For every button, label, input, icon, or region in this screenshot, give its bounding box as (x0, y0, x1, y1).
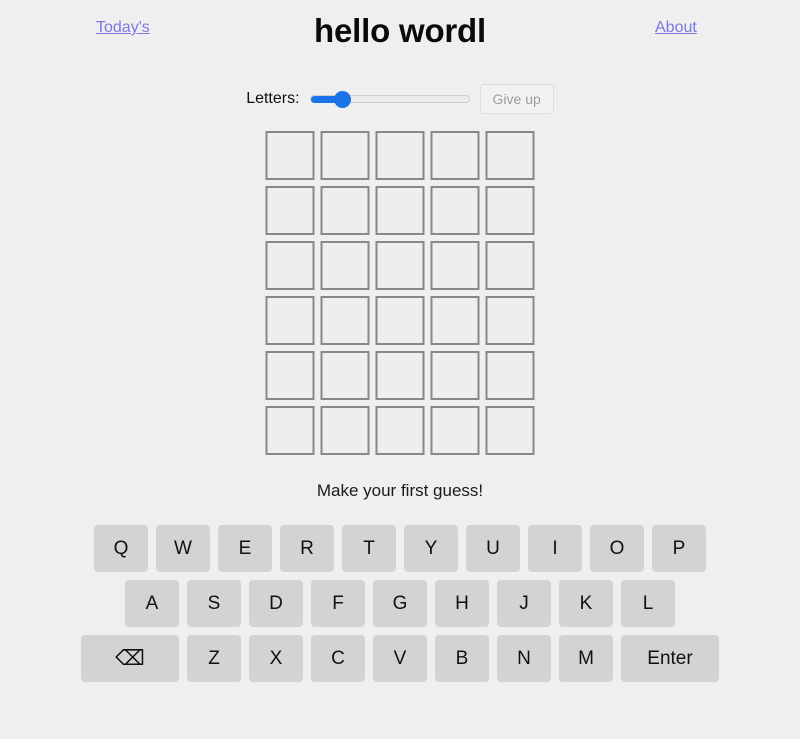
letters-label: Letters: (246, 90, 300, 107)
key-w[interactable]: W (156, 525, 210, 572)
key-z[interactable]: Z (187, 635, 241, 682)
key-s[interactable]: S (187, 580, 241, 627)
top-bar: Today's hello wordl About (0, 0, 800, 60)
keyboard-row: ⌫ Z X C V B N M Enter (81, 635, 719, 682)
letters-slider[interactable] (309, 86, 470, 112)
board-tile (430, 406, 480, 455)
board-tile (320, 406, 370, 455)
board-tile (375, 241, 425, 290)
board-tile (430, 186, 480, 235)
guess-board (265, 131, 535, 455)
board-tile (430, 351, 480, 400)
controls-row: Letters: Give up (0, 84, 800, 114)
keyboard-row: QWERTYUIOP (94, 525, 706, 572)
board-tile (430, 241, 480, 290)
key-i[interactable]: I (528, 525, 582, 572)
board-tile (265, 131, 315, 180)
key-e[interactable]: E (218, 525, 272, 572)
key-t[interactable]: T (342, 525, 396, 572)
board-row (265, 186, 535, 235)
key-c[interactable]: C (311, 635, 365, 682)
key-m[interactable]: M (559, 635, 613, 682)
board-tile (375, 296, 425, 345)
slider-thumb[interactable] (333, 91, 351, 108)
give-up-button[interactable]: Give up (479, 84, 554, 114)
key-j[interactable]: J (497, 580, 551, 627)
key-g[interactable]: G (373, 580, 427, 627)
board-tile (265, 351, 315, 400)
board-tile (430, 296, 480, 345)
board-tile (485, 241, 535, 290)
keyboard-row: ASDFGHJKL (125, 580, 675, 627)
board-tile (265, 186, 315, 235)
board-tile (485, 351, 535, 400)
board-tile (485, 296, 535, 345)
board-tile (375, 131, 425, 180)
status-message: Make your first guess! (316, 481, 484, 500)
key-h[interactable]: H (435, 580, 489, 627)
board-tile (265, 241, 315, 290)
board-tile (265, 296, 315, 345)
key-u[interactable]: U (466, 525, 520, 572)
key-f[interactable]: F (311, 580, 365, 627)
board-tile (485, 131, 535, 180)
board-row (265, 241, 535, 290)
board-tile (485, 186, 535, 235)
board-tile (375, 186, 425, 235)
board-tile (375, 406, 425, 455)
board-tile (320, 131, 370, 180)
board-row (265, 296, 535, 345)
key-r[interactable]: R (280, 525, 334, 572)
board-row (265, 406, 535, 455)
key-x[interactable]: X (249, 635, 303, 682)
on-screen-keyboard: Q W E R T Y U I O P A S D F G H J K L ⌫ Z X C V B N M Enter (0, 525, 800, 682)
board-tile (320, 351, 370, 400)
key-p[interactable]: P (652, 525, 706, 572)
key-k[interactable]: K (559, 580, 613, 627)
board-tile (320, 296, 370, 345)
board-tile (430, 131, 480, 180)
board-tile (320, 186, 370, 235)
key-o[interactable]: O (590, 525, 644, 572)
key-l[interactable]: L (621, 580, 675, 627)
key-n[interactable]: N (497, 635, 551, 682)
key-backspace-icon[interactable]: ⌫ (81, 635, 179, 682)
board-row (265, 131, 535, 180)
board-tile (485, 406, 535, 455)
key-v[interactable]: V (373, 635, 427, 682)
key-enter[interactable]: Enter (621, 635, 719, 682)
board-tile (320, 241, 370, 290)
key-y[interactable]: Y (404, 525, 458, 572)
board-tile (375, 351, 425, 400)
key-a[interactable]: A (125, 580, 179, 627)
key-q[interactable]: Q (94, 525, 148, 572)
about-link[interactable]: About (655, 18, 697, 38)
key-b[interactable]: B (435, 635, 489, 682)
key-d[interactable]: D (249, 580, 303, 627)
board-row (265, 351, 535, 400)
board-tile (265, 406, 315, 455)
